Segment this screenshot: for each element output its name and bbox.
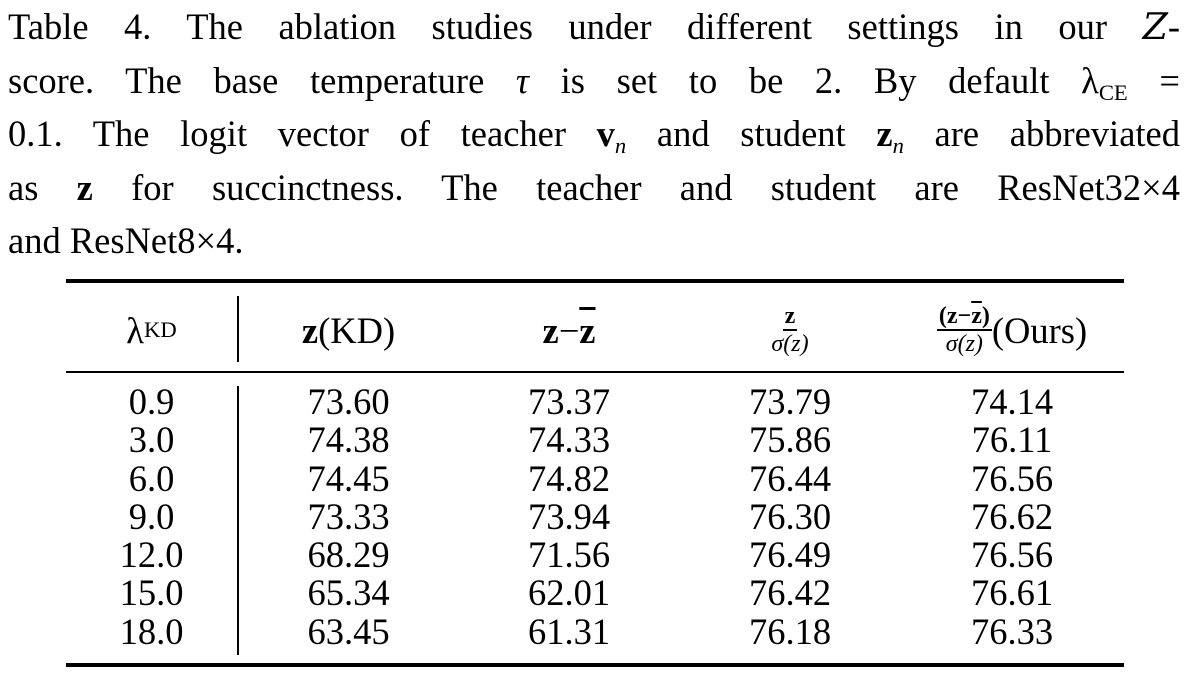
fraction-numerator: (z−z) <box>936 303 992 331</box>
table-cell: 73.60 <box>307 381 390 422</box>
z-symbol: z <box>876 113 893 154</box>
z-symbol: z <box>542 309 559 351</box>
n-subscript: n <box>614 132 627 158</box>
table-cell: 73.94 <box>527 495 611 537</box>
table-cell: 74.38 <box>307 419 390 461</box>
n-subscript: n <box>892 132 904 158</box>
table-cell: 76.11 <box>971 419 1053 461</box>
column-zscore-ours: 74.14 76.11 76.56 76.62 76.56 76.61 76.33 <box>900 381 1124 652</box>
fraction: (z−z) σ(z) <box>936 303 992 357</box>
table-cell: 76.62 <box>970 495 1054 537</box>
caption-text: 0.1. The logit vector of teacher <box>8 113 597 154</box>
table-header-rule <box>66 371 1124 373</box>
table-cell: 76.33 <box>970 610 1054 652</box>
header-zscore-ours: (z−z) σ(z) (Ours) <box>900 298 1124 362</box>
header-z-over-std: z σ(z) <box>680 298 900 362</box>
table-cell: 76.61 <box>970 572 1054 614</box>
table-cell: 68.29 <box>307 534 390 576</box>
fraction-numerator: z <box>782 303 798 331</box>
column-z-over-std: 73.79 75.86 76.44 76.30 76.49 76.42 76.18 <box>680 381 900 652</box>
table-cell: 76.42 <box>748 572 832 614</box>
z-score-symbol: Z <box>1142 5 1168 48</box>
header-z-minus-mean: z − z <box>458 298 680 362</box>
table-cell: 74.82 <box>527 457 611 499</box>
table-cell: 73.37 <box>527 381 611 422</box>
fraction: z σ(z) <box>769 303 810 357</box>
header-text: (KD) <box>318 309 396 351</box>
minus-sign: − <box>558 309 580 351</box>
caption-text: for succinctness. The teacher and studen… <box>92 166 1181 208</box>
table-cell: 76.49 <box>748 534 832 576</box>
caption-text: as <box>8 166 77 208</box>
fraction-denominator: σ(z) <box>771 331 809 357</box>
caption-text: score. The base temperature <box>8 59 516 101</box>
fraction-denominator: σ(z) <box>945 331 983 357</box>
z-mean-symbol: z <box>971 303 982 329</box>
table-cell: 18.0 <box>119 610 184 652</box>
table-cell: 71.56 <box>527 534 611 576</box>
table-bottom-rule <box>66 663 1124 667</box>
lambda-symbol: λ <box>1081 59 1099 101</box>
caption-line-2: score. The base temperature τ is set to … <box>8 54 1180 108</box>
table-cell: 0.9 <box>128 381 175 422</box>
table-cell: 75.86 <box>748 419 832 461</box>
table-cell: 61.31 <box>527 610 611 652</box>
caption-text: = <box>1127 59 1180 101</box>
caption-line-5: and ResNet8×4. <box>8 220 244 261</box>
table-cell: 12.0 <box>119 534 184 576</box>
table-cell: 73.79 <box>748 381 832 422</box>
z-symbol: z <box>301 309 319 351</box>
table-cell: 63.45 <box>307 610 390 652</box>
table-cell: 76.30 <box>748 495 832 537</box>
caption-text: are abbreviated <box>903 113 1180 154</box>
table-cell: 62.01 <box>527 572 611 614</box>
v-symbol: v <box>596 113 615 154</box>
column-z-kd: 73.60 74.38 74.45 73.33 68.29 65.34 63.45 <box>239 381 458 652</box>
table-cell: 74.33 <box>527 419 611 461</box>
caption-text: is set to be 2. By default <box>529 59 1082 101</box>
table-caption: Table 4. The ablation studies under diff… <box>8 0 1180 268</box>
table-cell: 76.56 <box>970 457 1054 499</box>
caption-line-1: Table 4. The ablation studies under diff… <box>8 0 1180 54</box>
caption-text: Table 4. The ablation studies under diff… <box>8 6 1143 47</box>
table-cell: 76.44 <box>748 457 832 499</box>
caption-text: and student <box>626 113 877 154</box>
table-cell: 76.18 <box>748 610 832 652</box>
table-cell: 3.0 <box>128 419 175 461</box>
header-z-kd: z (KD) <box>239 298 458 362</box>
caption-line-3: 0.1. The logit vector of teacher vn and … <box>8 107 1180 161</box>
table-cell: 9.0 <box>128 495 175 537</box>
lambda-symbol: λ <box>126 309 144 351</box>
lambda-subscript: KD <box>144 317 177 342</box>
header-lambda-kd: λ KD <box>66 298 237 362</box>
table-cell: 74.14 <box>970 381 1054 422</box>
z-mean-symbol: z <box>579 309 596 351</box>
header-text: (Ours) <box>991 309 1088 351</box>
table-cell: 76.56 <box>970 534 1054 576</box>
table-cell: 73.33 <box>307 495 390 537</box>
table-cell: 74.45 <box>307 457 390 499</box>
table-cell: 65.34 <box>307 572 390 614</box>
column-lambda-kd: 0.9 3.0 6.0 9.0 12.0 15.0 18.0 <box>66 381 237 652</box>
column-z-minus-mean: 73.37 74.33 74.82 73.94 71.56 62.01 61.31 <box>458 381 680 652</box>
z-symbol: z <box>76 166 93 208</box>
caption-text: - <box>1167 6 1180 47</box>
caption-line-4: as z for succinctness. The teacher and s… <box>8 161 1180 215</box>
table-top-rule <box>66 279 1124 283</box>
tau-symbol: τ <box>515 59 529 101</box>
table-cell: 6.0 <box>128 457 175 499</box>
table-cell: 15.0 <box>119 572 184 614</box>
lambda-subscript: CE <box>1098 79 1128 105</box>
